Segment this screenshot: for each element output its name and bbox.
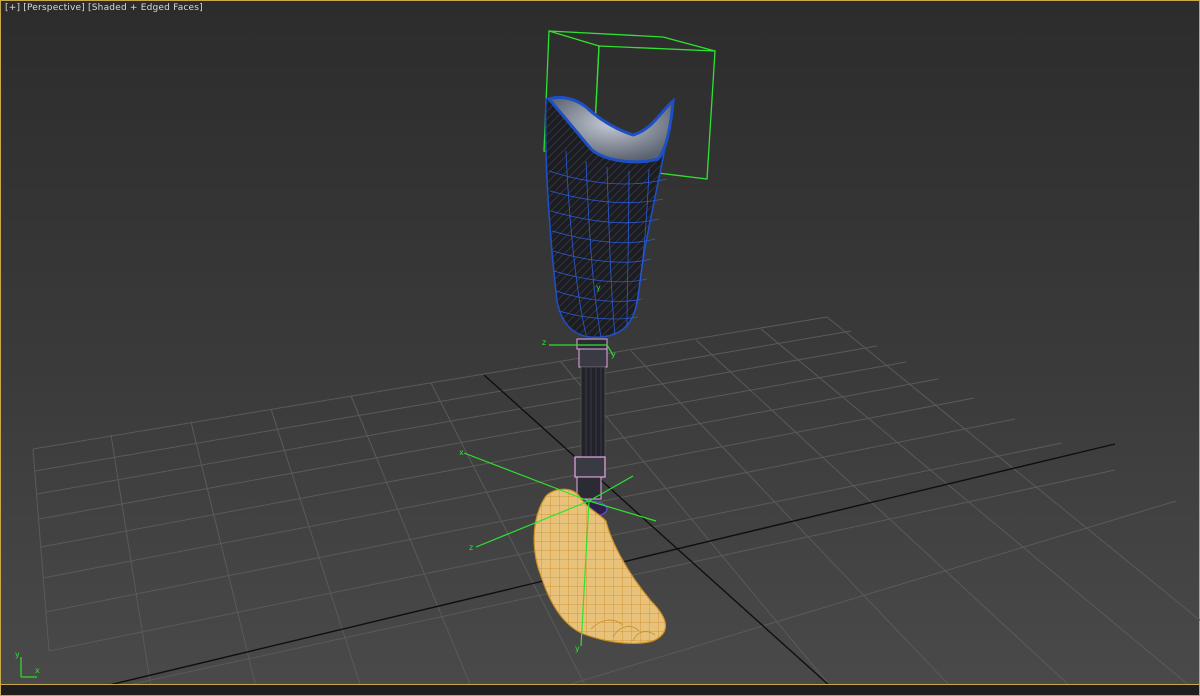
prosthetic-pylon[interactable]: [570, 338, 608, 518]
world-axis-y-label: y: [15, 650, 20, 659]
perspective-viewport[interactable]: [+] [Perspective] [Shaded + Edged Faces]: [0, 0, 1200, 696]
world-axis-x-label: x: [35, 666, 40, 675]
socket-axis-label: y: [596, 283, 601, 292]
world-axis-icon: y x: [15, 650, 40, 678]
pylon-y-label: y: [611, 350, 616, 359]
pylon-z-label: z: [542, 338, 546, 347]
prosthetic-socket[interactable]: [544, 95, 675, 339]
ankle-x-label: x: [459, 448, 464, 457]
ankle-z-label: z: [469, 543, 473, 552]
viewport-bottom-bar: [1, 684, 1199, 695]
scene-canvas[interactable]: y z y x z y y x: [1, 1, 1200, 687]
foot-y-label: y: [575, 644, 580, 653]
